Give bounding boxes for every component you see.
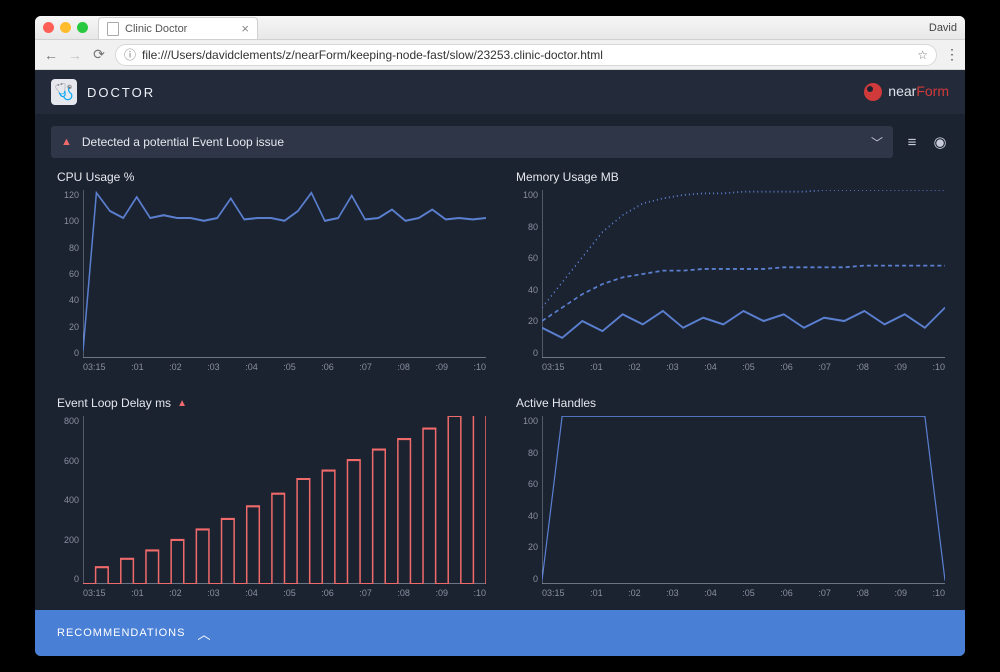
list-view-icon[interactable]: ≡ bbox=[903, 134, 921, 151]
alert-text: Detected a potential Event Loop issue bbox=[82, 135, 284, 149]
profile-name[interactable]: David bbox=[929, 22, 957, 34]
app-header: 🩺 DOCTOR nearForm bbox=[35, 70, 965, 114]
event-loop-delay-chart: Event Loop Delay ms ▲ 8006004002000 03:1… bbox=[55, 394, 486, 602]
charts-grid: CPU Usage % 120100806040200 03:15:01:02:… bbox=[35, 162, 965, 610]
chevron-down-icon[interactable]: ﹀ bbox=[871, 134, 883, 151]
info-icon[interactable]: ⓘ bbox=[124, 46, 136, 63]
close-window-icon[interactable] bbox=[43, 22, 54, 33]
reload-icon[interactable]: ⟳ bbox=[91, 46, 107, 63]
brand[interactable]: nearForm bbox=[864, 83, 949, 101]
cpu-usage-chart: CPU Usage % 120100806040200 03:15:01:02:… bbox=[55, 168, 486, 376]
alert-bar[interactable]: ▲ Detected a potential Event Loop issue … bbox=[51, 126, 893, 158]
brand-text: nearForm bbox=[888, 83, 949, 101]
chevron-up-icon: ︿ bbox=[197, 624, 211, 643]
memory-usage-chart: Memory Usage MB 100806040200 03:15:01:02… bbox=[514, 168, 945, 376]
plot: 120100806040200 03:15:01:02:03:04:05:06:… bbox=[55, 190, 486, 376]
titlebar: Clinic Doctor × David bbox=[35, 16, 965, 40]
close-tab-icon[interactable]: × bbox=[241, 21, 249, 36]
tab-title: Clinic Doctor bbox=[125, 23, 187, 35]
bookmark-icon[interactable]: ☆ bbox=[917, 48, 928, 62]
back-icon[interactable]: ← bbox=[43, 47, 59, 63]
chart-title: Memory Usage MB bbox=[516, 170, 945, 184]
forward-icon[interactable]: → bbox=[67, 47, 83, 63]
alert-row: ▲ Detected a potential Event Loop issue … bbox=[51, 126, 949, 158]
zoom-window-icon[interactable] bbox=[77, 22, 88, 33]
browser-tab[interactable]: Clinic Doctor × bbox=[98, 17, 258, 39]
plot: 100806040200 03:15:01:02:03:04:05:06:07:… bbox=[514, 190, 945, 376]
chart-title: Active Handles bbox=[516, 396, 945, 410]
footer-label: RECOMMENDATIONS bbox=[57, 627, 185, 639]
browser-menu-icon[interactable]: ⋮ bbox=[945, 46, 957, 63]
toolbar: ← → ⟳ ⓘ file:///Users/davidclements/z/ne… bbox=[35, 40, 965, 70]
recommendations-panel[interactable]: RECOMMENDATIONS ︿ bbox=[35, 610, 965, 656]
plot: 100806040200 03:15:01:02:03:04:05:06:07:… bbox=[514, 416, 945, 602]
page-icon bbox=[107, 22, 119, 36]
address-bar[interactable]: ⓘ file:///Users/davidclements/z/nearForm… bbox=[115, 44, 937, 66]
warning-icon: ▲ bbox=[177, 398, 187, 409]
app-title: DOCTOR bbox=[87, 85, 155, 100]
plot: 8006004002000 03:15:01:02:03:04:05:06:07… bbox=[55, 416, 486, 602]
doctor-logo-icon: 🩺 bbox=[51, 79, 77, 105]
active-handles-chart: Active Handles 100806040200 03:15:01:02:… bbox=[514, 394, 945, 602]
url-text: file:///Users/davidclements/z/nearForm/k… bbox=[142, 48, 603, 62]
chart-title: Event Loop Delay ms ▲ bbox=[57, 396, 486, 410]
browser-window: Clinic Doctor × David ← → ⟳ ⓘ file:///Us… bbox=[35, 16, 965, 656]
clinic-doctor-app: 🩺 DOCTOR nearForm ▲ Detected a potential… bbox=[35, 70, 965, 656]
minimize-window-icon[interactable] bbox=[60, 22, 71, 33]
warning-icon: ▲ bbox=[61, 136, 72, 148]
nearform-logo-icon bbox=[864, 83, 882, 101]
chart-title: CPU Usage % bbox=[57, 170, 486, 184]
visibility-icon[interactable]: ◉ bbox=[931, 133, 949, 151]
window-controls bbox=[43, 22, 88, 33]
